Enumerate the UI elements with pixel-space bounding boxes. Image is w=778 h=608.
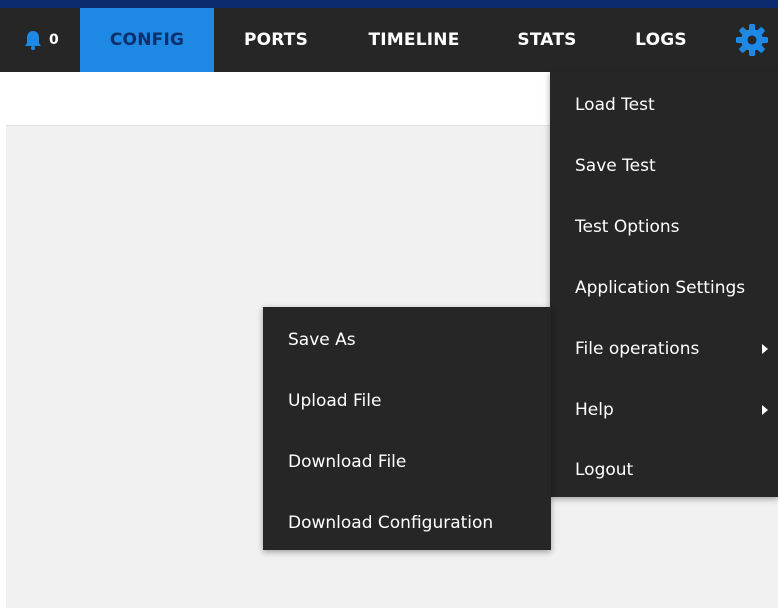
settings-dropdown-menu: Load Test Save Test Test Options Applica… [550, 72, 778, 497]
menu-item-label: Upload File [288, 391, 382, 411]
menu-item-label: Logout [575, 460, 634, 480]
submenu-item-download-configuration[interactable]: Download Configuration [263, 493, 551, 553]
tab-timeline[interactable]: TIMELINE [350, 8, 478, 72]
menu-item-label: Help [575, 400, 614, 420]
tab-stats[interactable]: STATS [502, 8, 592, 72]
menu-item-label: Save As [288, 330, 356, 350]
menu-item-test-options[interactable]: Test Options [550, 197, 778, 257]
top-accent-bar [0, 0, 778, 8]
top-navbar: 0 CONFIG PORTS TIMELINE STATS LOGS [0, 8, 778, 72]
gear-icon[interactable] [734, 22, 770, 58]
notification-count: 0 [49, 32, 59, 48]
caret-right-icon [762, 405, 768, 415]
menu-item-load-test[interactable]: Load Test [550, 75, 778, 135]
submenu-item-upload-file[interactable]: Upload File [263, 371, 551, 431]
menu-item-label: Load Test [575, 95, 655, 115]
menu-item-label: File operations [575, 339, 700, 359]
tab-ports[interactable]: PORTS [228, 8, 324, 72]
bell-icon [22, 29, 44, 51]
menu-item-save-test[interactable]: Save Test [550, 136, 778, 196]
caret-right-icon [762, 344, 768, 354]
menu-item-help[interactable]: Help [550, 380, 778, 440]
menu-item-logout[interactable]: Logout [550, 440, 778, 500]
menu-item-label: Test Options [575, 217, 680, 237]
menu-item-label: Download Configuration [288, 513, 494, 533]
menu-item-label: Download File [288, 452, 407, 472]
file-operations-submenu: Save As Upload File Download File Downlo… [263, 307, 551, 550]
submenu-item-download-file[interactable]: Download File [263, 432, 551, 492]
menu-item-file-operations[interactable]: File operations [550, 319, 778, 379]
notifications-indicator[interactable]: 0 [22, 8, 59, 72]
submenu-item-save-as[interactable]: Save As [263, 310, 551, 370]
menu-item-label: Application Settings [575, 278, 746, 298]
menu-item-application-settings[interactable]: Application Settings [550, 258, 778, 318]
menu-item-label: Save Test [575, 156, 656, 176]
tab-config[interactable]: CONFIG [80, 8, 214, 72]
tab-logs[interactable]: LOGS [618, 8, 704, 72]
